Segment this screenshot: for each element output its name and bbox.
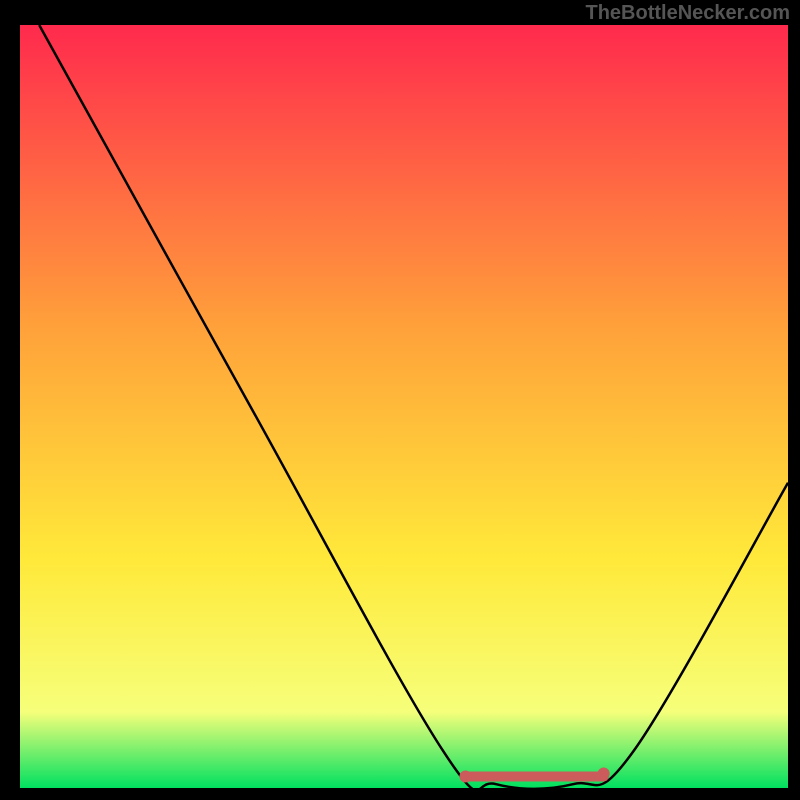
optimal-range-endpoint: [459, 771, 471, 783]
optimal-range-endpoint: [598, 768, 610, 780]
chart-svg: [0, 0, 800, 800]
chart-container: TheBottleNecker.com: [0, 0, 800, 800]
plot-background: [20, 25, 788, 788]
watermark-text: TheBottleNecker.com: [585, 2, 790, 25]
